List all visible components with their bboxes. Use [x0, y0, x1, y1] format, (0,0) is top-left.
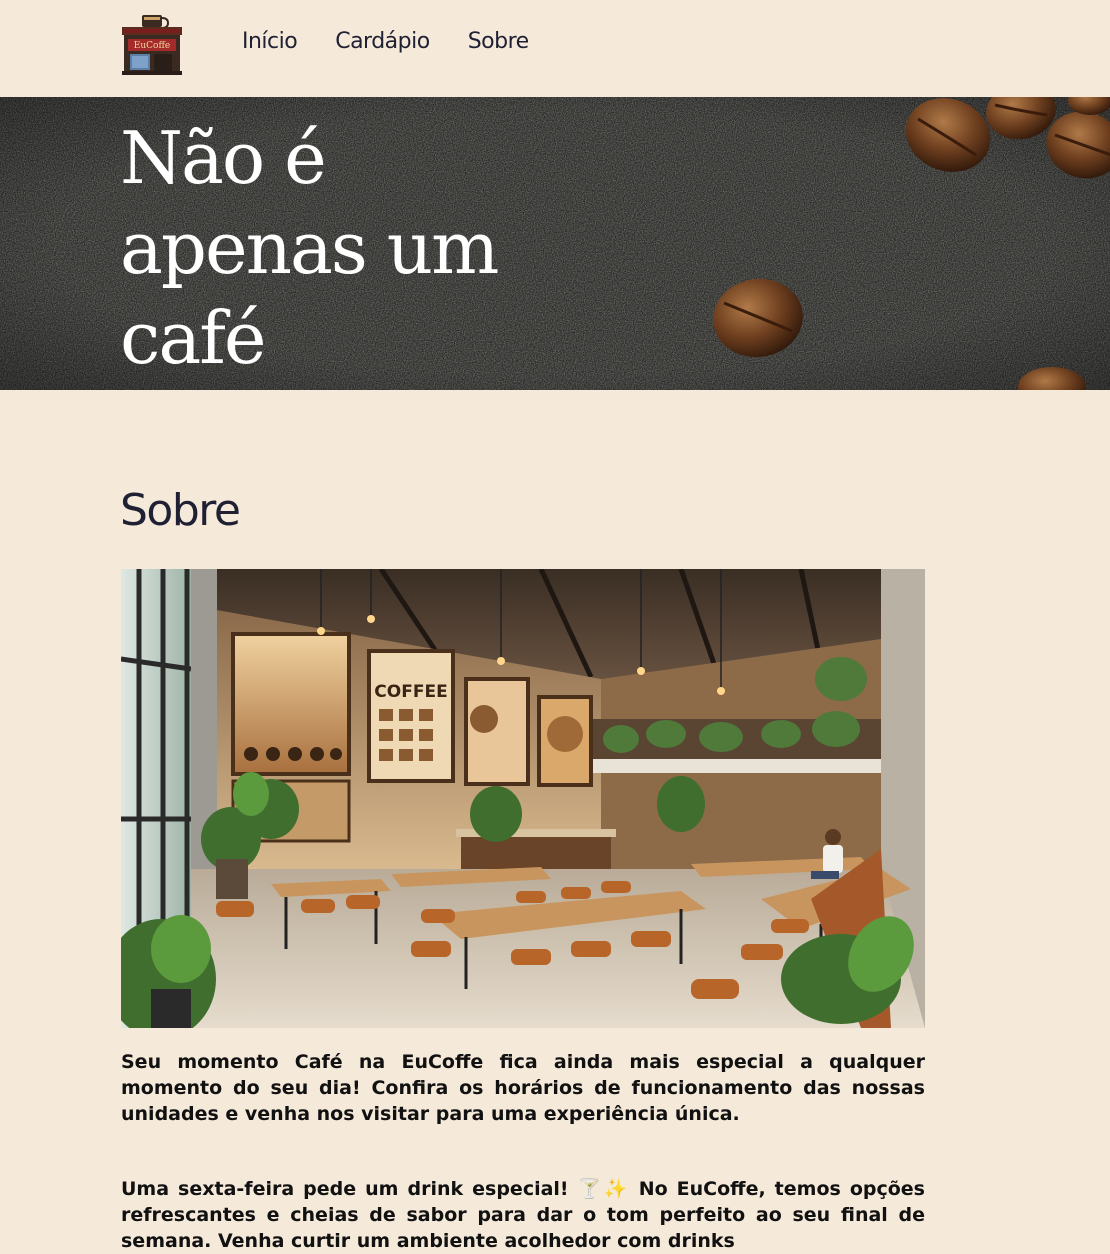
hero-title: Não é apenas um café	[120, 113, 540, 383]
poster-coffee-text: COFFEE	[374, 682, 447, 702]
cafe-interior-image: COFFEE	[121, 569, 925, 1028]
site-header: EuCoffe Início Cardápio Sobre	[0, 0, 1110, 97]
hero-banner: Não é apenas um café	[0, 97, 1110, 390]
about-paragraph-hours: Seu momento Café na EuCoffe fica ainda m…	[121, 1051, 925, 1125]
hero-title-line-3: café	[120, 296, 267, 380]
nav-link-inicio[interactable]: Início	[242, 26, 298, 58]
about-title: Sobre	[120, 485, 241, 536]
logo-sign-text: EuCoffe	[134, 41, 170, 51]
about-paragraph-drinks: Uma sexta-feira pede um drink especial! …	[121, 1178, 925, 1252]
hero-title-line-2: apenas um	[120, 206, 499, 290]
nav-link-cardapio[interactable]: Cardápio	[335, 26, 430, 58]
nav-link-sobre[interactable]: Sobre	[468, 26, 530, 58]
hero-title-line-1: Não é	[120, 116, 327, 200]
main-nav: Início Cardápio Sobre	[242, 26, 529, 58]
logo[interactable]: EuCoffe	[120, 13, 184, 77]
cafe-interior-illustration: COFFEE	[121, 569, 925, 1028]
coffee-shop-logo-icon: EuCoffe	[122, 15, 182, 75]
